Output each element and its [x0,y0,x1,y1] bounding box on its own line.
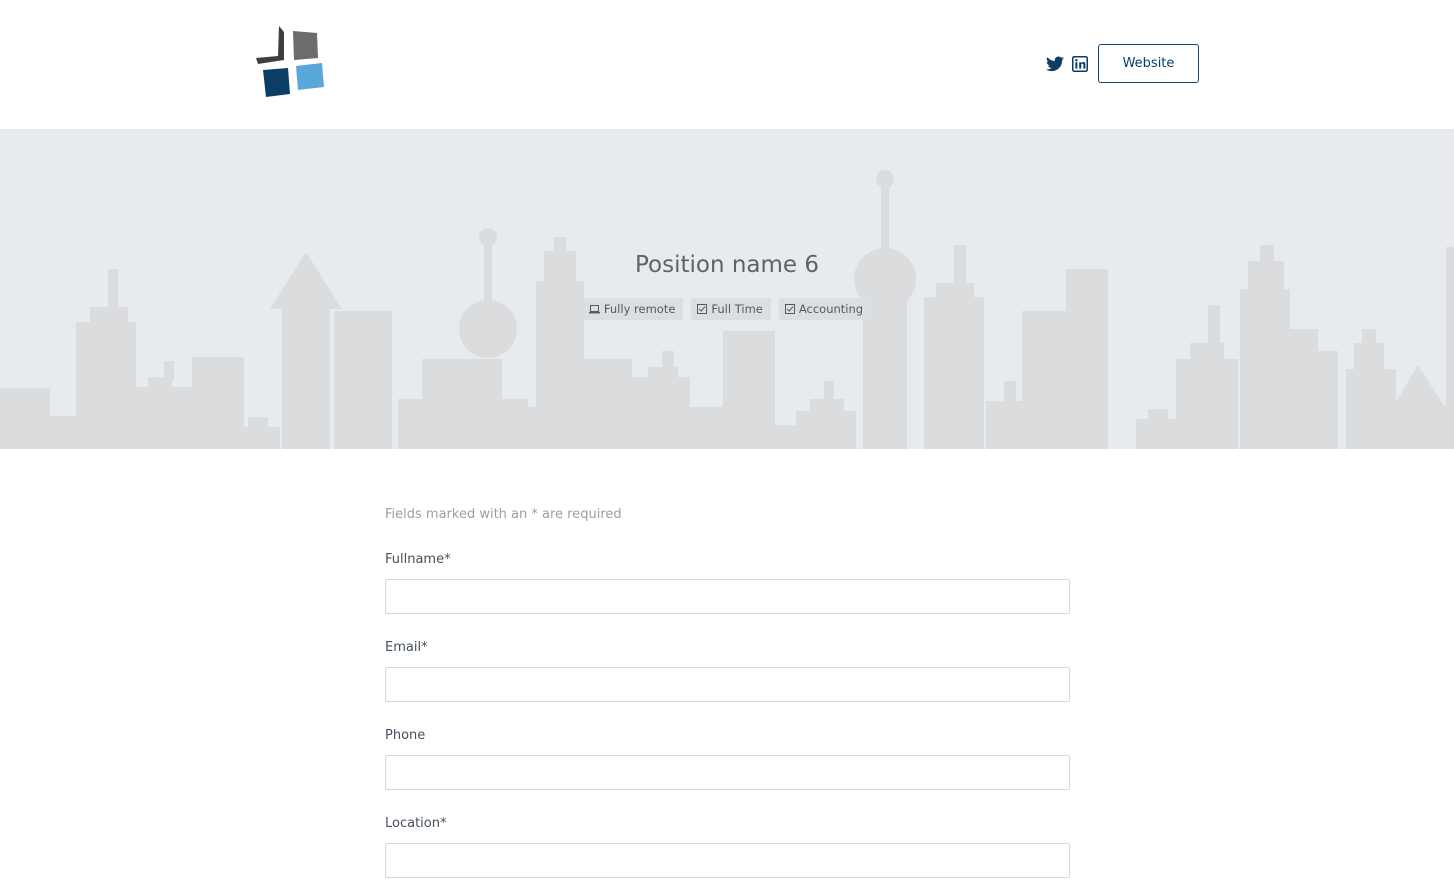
tag-label: Full Time [711,302,763,316]
site-header: Website [0,0,1454,129]
fullname-input[interactable] [385,579,1070,614]
required-fields-note: Fields marked with an * are required [385,507,622,522]
city-skyline-illustration [0,170,1454,449]
hero-banner: Position name 6 Fully remote Full Time A… [0,129,1454,449]
laptop-icon [588,304,600,313]
fullname-label: Fullname* [385,552,451,567]
location-label: Location* [385,816,447,831]
tag-department: Accounting [778,298,872,320]
phone-label: Phone [385,728,426,743]
checkbox-icon [784,304,795,314]
linkedin-icon[interactable] [1070,54,1090,74]
header-actions: Website [1045,44,1199,83]
company-logo-icon[interactable] [254,24,328,100]
checkbox-icon [697,304,708,314]
location-input[interactable] [385,843,1070,878]
tag-label: Accounting [798,302,864,316]
phone-input[interactable] [385,755,1070,790]
email-input[interactable] [385,667,1070,702]
tag-label: Fully remote [603,302,676,316]
tag-employment-type: Full Time [691,298,771,320]
position-tags: Fully remote Full Time Accounting [0,298,1454,320]
tag-work-mode: Fully remote [582,298,684,320]
twitter-icon[interactable] [1045,54,1065,74]
position-title: Position name 6 [634,252,820,278]
email-label: Email* [385,640,428,655]
website-button[interactable]: Website [1098,44,1199,83]
